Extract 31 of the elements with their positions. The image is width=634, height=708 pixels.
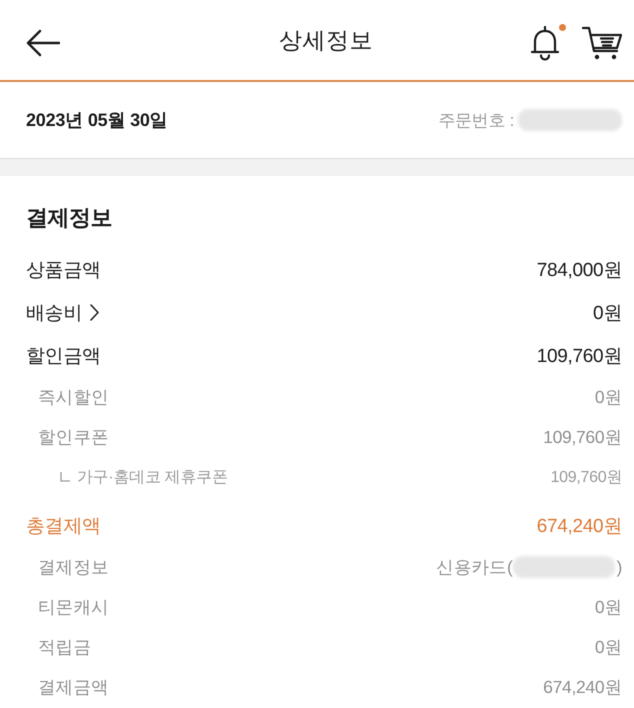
row-label: 결제정보 <box>38 556 109 579</box>
branch-icon <box>60 472 70 482</box>
row-value: 신용카드( <box>436 556 512 579</box>
order-date: 2023년 05월 30일 <box>26 109 168 132</box>
row-value: 0원 <box>593 302 622 326</box>
chevron-right-icon[interactable] <box>90 304 100 321</box>
row-label: 결제금액 <box>38 676 109 699</box>
row-value: 109,760원 <box>536 344 622 368</box>
cart-icon[interactable] <box>582 26 622 60</box>
row-value: 0원 <box>594 386 622 409</box>
row-value: 109,760원 <box>550 468 622 488</box>
order-number-label: 주문번호 : <box>438 110 514 132</box>
total-label: 총결제액 <box>26 514 101 538</box>
row-label: 상품금액 <box>26 258 101 282</box>
row-label: 적립금 <box>38 636 92 659</box>
row-value: 109,760원 <box>543 426 622 449</box>
total-amount: 674,240원 <box>536 514 622 538</box>
page-title: 상세정보 <box>278 26 373 54</box>
row-label: 가구·홈데코 제휴쿠폰 <box>77 468 228 488</box>
row-value: 0원 <box>594 596 622 619</box>
section-title: 결제정보 <box>26 204 113 232</box>
row-value: 0원 <box>594 636 622 659</box>
row-label: 할인쿠폰 <box>38 426 109 449</box>
row-label: 즉시할인 <box>38 386 109 409</box>
row-value: 674,240원 <box>543 676 622 699</box>
row-label: 할인금액 <box>26 344 101 368</box>
bell-icon[interactable] <box>530 25 560 61</box>
row-label: 티몬캐시 <box>38 596 109 619</box>
row-label[interactable]: 배송비 <box>26 300 82 326</box>
row-value: ) <box>616 556 622 578</box>
row-value: 784,000원 <box>536 258 622 282</box>
